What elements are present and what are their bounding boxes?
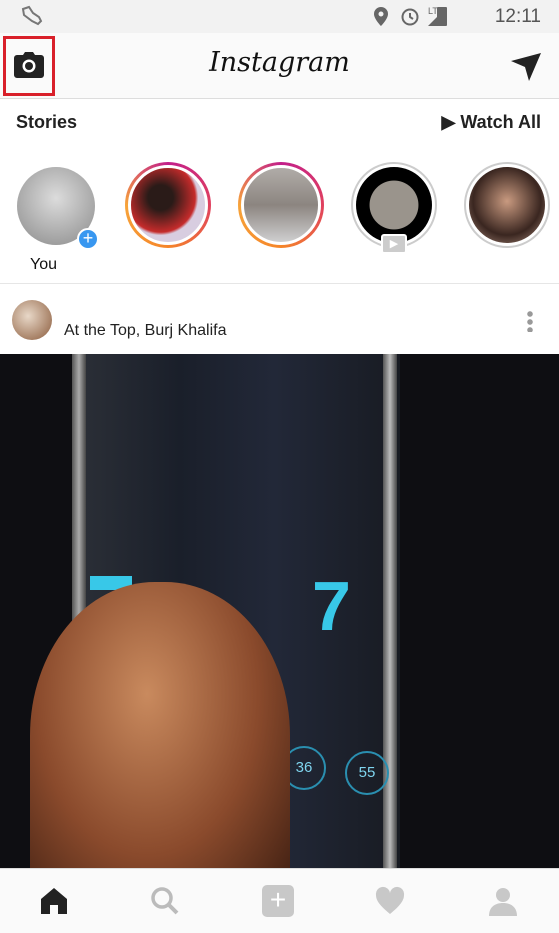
post-header: At the Top, Burj Khalifa [0,296,559,354]
person-hair [30,582,290,868]
story-label: You [30,256,57,273]
story-avatar [356,167,432,243]
stories-title: Stories [16,112,78,132]
post-image[interactable]: 7 36 55 [0,354,559,868]
app-bar: Instagram [0,33,559,99]
heart-icon[interactable] [374,885,406,917]
direct-message-icon[interactable] [511,53,541,81]
floor-digit: 7 [312,567,351,645]
battery-icon [437,7,447,26]
stories-header: Stories ▶ Watch All [16,112,541,140]
story-item[interactable] [125,162,211,248]
story-item[interactable] [238,162,324,248]
app-logo: Instagram [209,47,350,78]
home-icon[interactable] [38,885,70,917]
divider [0,283,559,284]
alarm-icon [401,8,419,26]
story-avatar [128,165,208,245]
video-play-icon: ▶ [381,234,407,254]
seconds-gauge: 55 [345,751,389,795]
add-story-icon[interactable]: + [77,228,99,250]
profile-icon[interactable] [487,885,519,917]
clock: 12:11 [494,6,541,27]
play-icon: ▶ [441,112,461,132]
post-avatar[interactable] [12,300,52,340]
search-icon[interactable] [149,885,181,917]
door-frame [383,354,397,868]
watch-all-label: Watch All [460,112,541,132]
more-options-icon[interactable] [527,310,533,332]
story-item[interactable] [464,162,550,248]
add-icon[interactable]: + [262,885,294,917]
watch-all-button[interactable]: ▶ Watch All [441,112,541,133]
story-avatar [469,167,545,243]
location-icon [374,7,388,26]
bottom-nav: + [0,868,559,933]
status-bar: LTE 12:11 [0,0,559,33]
shoe-icon [21,5,43,26]
post-location[interactable]: At the Top, Burj Khalifa [64,322,226,340]
story-avatar [241,165,321,245]
story-item[interactable]: ▶ [351,162,437,254]
